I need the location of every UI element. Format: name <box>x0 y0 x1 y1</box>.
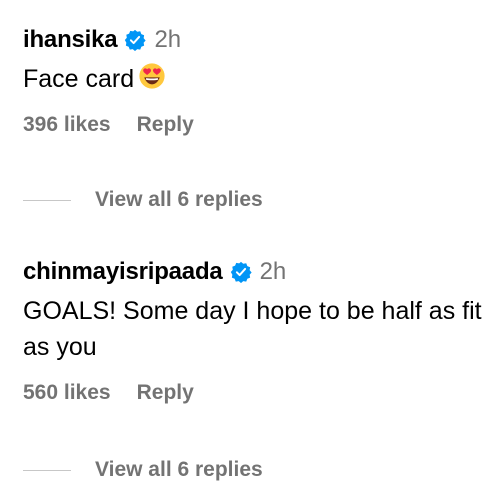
view-replies-label: View all 6 replies <box>95 458 263 481</box>
heart-eyes-emoji-icon <box>139 63 165 89</box>
comment-actions: 560 likes Reply <box>23 381 490 405</box>
view-replies-label: View all 6 replies <box>95 188 263 211</box>
replies-divider-line <box>23 199 71 201</box>
view-replies-button[interactable]: View all 6 replies <box>23 458 263 482</box>
comment-text-content: Face card <box>23 65 135 93</box>
comment-header: ihansika 2h <box>23 23 490 57</box>
reply-button[interactable]: Reply <box>137 113 194 137</box>
comment-username[interactable]: chinmayisripaada <box>23 258 223 286</box>
comment-text: Face card <box>23 61 488 97</box>
verified-badge-icon <box>125 29 147 51</box>
comment-username[interactable]: ihansika <box>23 26 118 54</box>
replies-divider-line <box>23 469 71 471</box>
view-replies-button[interactable]: View all 6 replies <box>23 188 263 212</box>
likes-count[interactable]: 560 likes <box>23 381 111 405</box>
comment-item: chinmayisripaada 2h GOALS! Some day I ho… <box>23 255 490 405</box>
comment-text-content: GOALS! Some day I hope to be half as fit… <box>23 297 482 361</box>
comment-item: ihansika 2h Face card 396 likes Reply <box>23 23 490 137</box>
likes-count[interactable]: 396 likes <box>23 113 111 137</box>
comment-header: chinmayisripaada 2h <box>23 255 490 289</box>
comment-actions: 396 likes Reply <box>23 113 490 137</box>
verified-badge-icon <box>230 261 252 283</box>
reply-button[interactable]: Reply <box>137 381 194 405</box>
comment-timestamp: 2h <box>259 258 287 285</box>
comment-text: GOALS! Some day I hope to be half as fit… <box>23 293 488 365</box>
comment-timestamp: 2h <box>154 26 182 53</box>
